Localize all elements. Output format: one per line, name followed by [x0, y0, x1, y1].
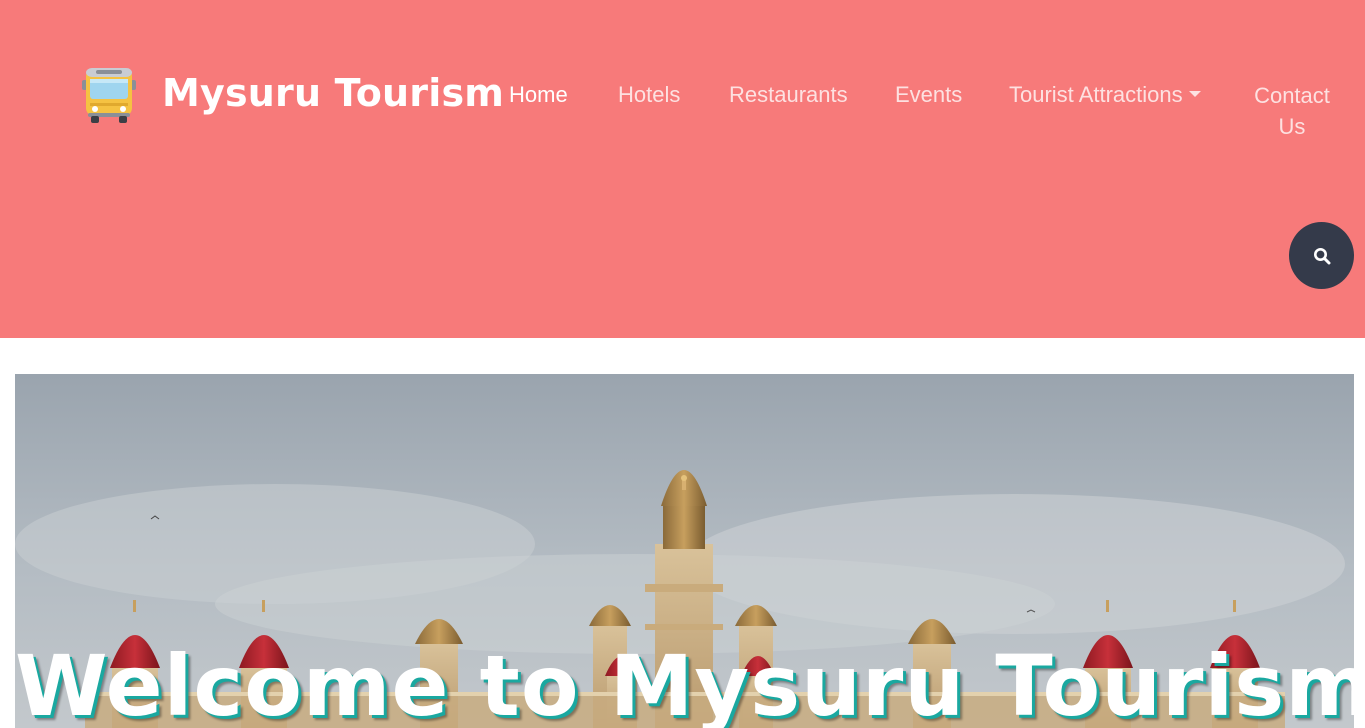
nav-restaurants[interactable]: Restaurants — [729, 80, 848, 110]
nav-hotels[interactable]: Hotels — [618, 80, 680, 110]
nav-tourist-attractions-label: Tourist Attractions — [1009, 82, 1183, 107]
site-header: Mysuru Tourism Home Hotels Restaurants E… — [0, 0, 1365, 338]
brand-logo-link[interactable]: Mysuru Tourism — [82, 66, 504, 124]
hero-title: Welcome to Mysuru Tourism! — [15, 637, 1354, 728]
nav-contact-us[interactable]: Contact Us — [1242, 80, 1342, 142]
hero-banner: Welcome to Mysuru Tourism! — [15, 374, 1354, 728]
search-icon — [1313, 247, 1330, 264]
bus-icon — [82, 68, 136, 123]
search-button[interactable] — [1289, 222, 1354, 289]
brand-name: Mysuru Tourism — [162, 71, 505, 115]
nav-home[interactable]: Home — [509, 80, 568, 110]
nav-tourist-attractions-dropdown[interactable]: Tourist Attractions — [1009, 80, 1201, 110]
caret-down-icon — [1188, 91, 1201, 98]
nav-events[interactable]: Events — [895, 80, 962, 110]
